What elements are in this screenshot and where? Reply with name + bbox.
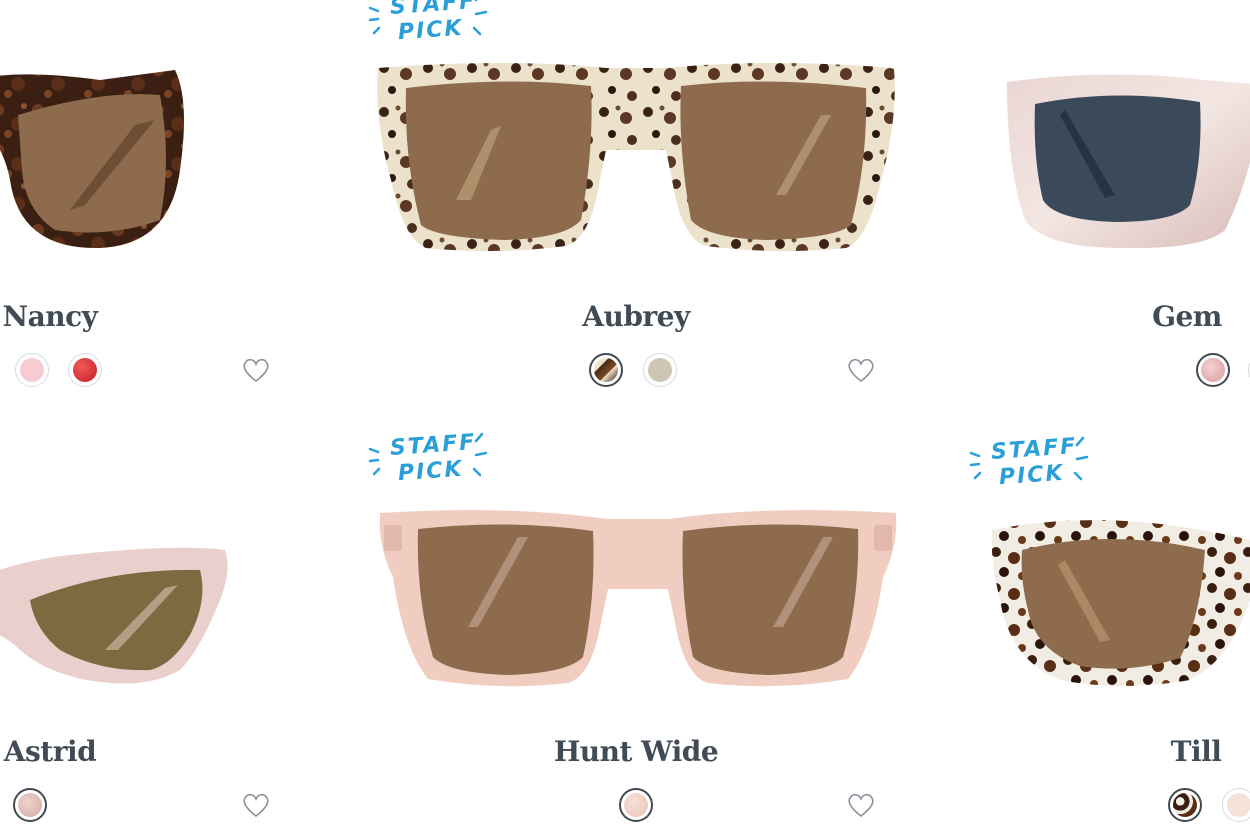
product-card-astrid[interactable]: Astrid — [0, 415, 269, 830]
color-swatch-tortoise-spot[interactable] — [1168, 788, 1202, 822]
product-name[interactable]: Astrid — [0, 735, 250, 768]
color-swatch-tortoise[interactable] — [589, 353, 623, 387]
product-name[interactable]: Nancy — [0, 300, 250, 333]
product-card-hunt-wide[interactable]: STAFF PICK Hunt Wide — [368, 415, 897, 830]
color-swatch-sand[interactable] — [643, 353, 677, 387]
staff-pick-badge: STAFF PICK — [965, 423, 1095, 493]
heart-outline-icon[interactable] — [847, 792, 875, 818]
staff-pick-line2: PICK — [998, 460, 1066, 491]
color-swatch-pink[interactable] — [15, 353, 49, 387]
product-name[interactable]: Till — [996, 735, 1250, 768]
staff-pick-badge: STAFF PICK — [364, 0, 494, 48]
color-swatch-red[interactable] — [68, 353, 102, 387]
staff-pick-line2: PICK — [397, 456, 465, 487]
staff-pick-badge: STAFF PICK — [364, 419, 494, 489]
product-card-till[interactable]: STAFF PICK Till — [969, 415, 1250, 830]
color-swatch-blush[interactable] — [13, 788, 47, 822]
product-card-aubrey[interactable]: STAFF PICK Aubrey — [368, 0, 895, 415]
color-swatch-alt[interactable] — [1222, 788, 1250, 822]
product-grid: Nancy STAFF PICK Aubrey Gem Astrid STAFF… — [0, 0, 1250, 830]
gem-sunglasses-image[interactable] — [1005, 70, 1250, 250]
nancy-sunglasses-image[interactable] — [0, 60, 250, 260]
product-name[interactable]: Gem — [987, 300, 1250, 333]
staff-pick-line2: PICK — [397, 15, 465, 46]
aubrey-sunglasses-image[interactable] — [376, 60, 896, 260]
hunt-wide-sunglasses-image[interactable] — [378, 507, 898, 692]
product-name[interactable]: Aubrey — [436, 300, 836, 333]
heart-outline-icon[interactable] — [242, 357, 270, 383]
product-card-nancy[interactable]: Nancy — [0, 0, 269, 415]
product-card-gem[interactable]: Gem — [1007, 0, 1250, 415]
color-swatch-rose-crystal[interactable] — [619, 788, 653, 822]
heart-outline-icon[interactable] — [242, 792, 270, 818]
till-sunglasses-image[interactable] — [990, 510, 1250, 690]
color-swatch-rose-pearl[interactable] — [1196, 353, 1230, 387]
heart-outline-icon[interactable] — [847, 357, 875, 383]
product-name[interactable]: Hunt Wide — [436, 735, 836, 768]
astrid-sunglasses-image[interactable] — [0, 540, 250, 690]
